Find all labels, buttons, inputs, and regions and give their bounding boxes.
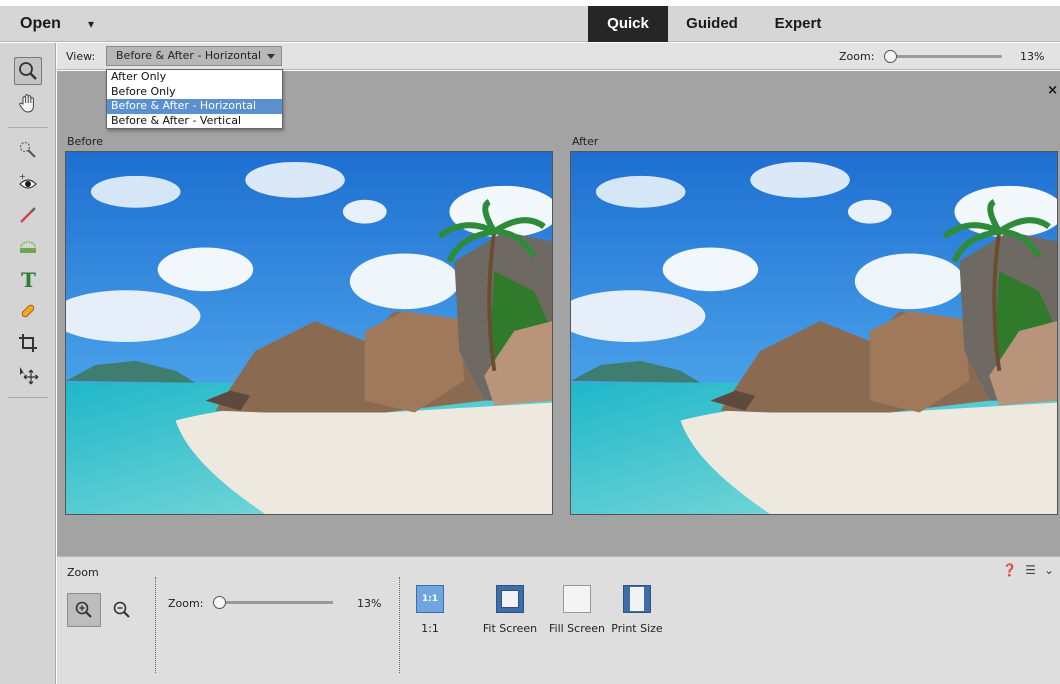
print-size-label: Print Size bbox=[611, 622, 663, 635]
print-size-button[interactable]: Print Size bbox=[607, 585, 667, 635]
move-tool[interactable] bbox=[14, 361, 42, 389]
menu-item-after-only[interactable]: After Only bbox=[107, 70, 282, 85]
zoom-in-button[interactable] bbox=[67, 593, 101, 627]
panel-header-icons: ❓ ☰ ⌄ bbox=[1002, 563, 1054, 577]
zoom-label: Zoom: bbox=[839, 50, 875, 63]
type-icon: T bbox=[21, 268, 36, 290]
beach-photo bbox=[66, 152, 552, 514]
help-icon[interactable]: ❓ bbox=[1002, 563, 1017, 577]
open-dropdown-caret[interactable]: ▾ bbox=[88, 6, 94, 42]
fill-screen-button[interactable]: Fill Screen bbox=[545, 585, 609, 635]
fit-screen-icon bbox=[496, 585, 524, 613]
options-bar: View: Before & After - Horizontal Zoom: … bbox=[57, 43, 1060, 70]
menu-item-before-only[interactable]: Before Only bbox=[107, 85, 282, 100]
after-image[interactable] bbox=[570, 151, 1058, 515]
move-icon bbox=[20, 367, 39, 385]
tool-options-panel: Zoom ❓ ☰ ⌄ Zoom: 13% 1:1 1:1 Fit Screen … bbox=[57, 556, 1060, 684]
crop-tool[interactable] bbox=[14, 329, 42, 357]
svg-text:T: T bbox=[21, 268, 36, 290]
menu-item-before-after-horizontal[interactable]: Before & After - Horizontal bbox=[107, 99, 282, 114]
panel-title: Zoom bbox=[67, 566, 99, 579]
fit-screen-label: Fit Screen bbox=[482, 622, 538, 635]
spot-healing-icon bbox=[21, 304, 35, 318]
straighten-tool[interactable] bbox=[14, 233, 42, 261]
before-image[interactable] bbox=[65, 151, 553, 515]
view-dropdown-menu: After Only Before Only Before & After - … bbox=[106, 69, 283, 129]
type-tool[interactable]: T bbox=[14, 265, 42, 293]
print-size-icon bbox=[623, 585, 651, 613]
zoom-slider-thumb[interactable] bbox=[884, 50, 897, 63]
toolbox: + T bbox=[0, 43, 56, 684]
panel-menu-icon[interactable]: ☰ bbox=[1025, 563, 1036, 577]
zoom-out-icon bbox=[113, 601, 130, 618]
menu-item-before-after-vertical[interactable]: Before & After - Vertical bbox=[107, 114, 282, 129]
collapse-icon[interactable]: ⌄ bbox=[1044, 563, 1054, 577]
panel-zoom-label: Zoom: bbox=[168, 597, 204, 610]
fit-screen-button[interactable]: Fit Screen bbox=[477, 585, 543, 635]
straighten-icon bbox=[20, 241, 36, 253]
crop-icon bbox=[19, 334, 37, 352]
hand-tool[interactable] bbox=[14, 89, 42, 117]
spot-healing-tool[interactable] bbox=[14, 297, 42, 325]
actual-pixels-icon-text: 1:1 bbox=[421, 594, 439, 604]
panel-zoom-slider-thumb[interactable] bbox=[213, 596, 226, 609]
zoom-value: 13% bbox=[1020, 50, 1045, 63]
quick-selection-icon bbox=[19, 141, 36, 158]
beach-photo bbox=[571, 152, 1057, 514]
tab-quick[interactable]: Quick bbox=[588, 6, 668, 42]
red-eye-icon: + bbox=[19, 172, 37, 189]
close-icon[interactable]: × bbox=[1047, 83, 1058, 98]
actual-pixels-label: 1:1 bbox=[421, 622, 439, 635]
whiten-teeth-icon bbox=[20, 207, 36, 223]
fill-screen-icon bbox=[563, 585, 591, 613]
actual-pixels-icon: 1:1 bbox=[416, 585, 444, 613]
top-bar: Open ▾ Quick Guided Expert bbox=[0, 6, 1060, 42]
panel-zoom-value: 13% bbox=[357, 597, 382, 610]
zoom-tool[interactable] bbox=[14, 57, 42, 85]
tab-expert[interactable]: Expert bbox=[758, 6, 838, 42]
open-button[interactable]: Open bbox=[20, 6, 61, 42]
zoom-out-button[interactable] bbox=[105, 593, 139, 627]
divider bbox=[155, 577, 156, 673]
svg-text:+: + bbox=[19, 172, 26, 181]
image-workspace: × Before After bbox=[57, 71, 1060, 556]
before-label: Before bbox=[67, 135, 103, 148]
hand-icon bbox=[19, 94, 34, 113]
divider bbox=[399, 577, 400, 673]
chevron-down-icon bbox=[267, 54, 275, 59]
zoom-icon bbox=[19, 62, 37, 80]
panel-zoom-slider[interactable] bbox=[213, 596, 333, 609]
tab-guided[interactable]: Guided bbox=[672, 6, 752, 42]
whiten-teeth-tool[interactable] bbox=[14, 201, 42, 229]
after-label: After bbox=[572, 135, 599, 148]
actual-pixels-button[interactable]: 1:1 1:1 bbox=[415, 585, 445, 635]
zoom-slider[interactable] bbox=[884, 50, 1002, 63]
quick-selection-tool[interactable] bbox=[14, 136, 42, 164]
red-eye-tool[interactable]: + bbox=[14, 169, 42, 197]
view-select-value: Before & After - Horizontal bbox=[116, 49, 262, 62]
fill-screen-label: Fill Screen bbox=[548, 622, 605, 635]
view-label: View: bbox=[66, 50, 96, 63]
zoom-in-icon bbox=[75, 601, 92, 618]
view-select[interactable]: Before & After - Horizontal bbox=[106, 46, 282, 66]
